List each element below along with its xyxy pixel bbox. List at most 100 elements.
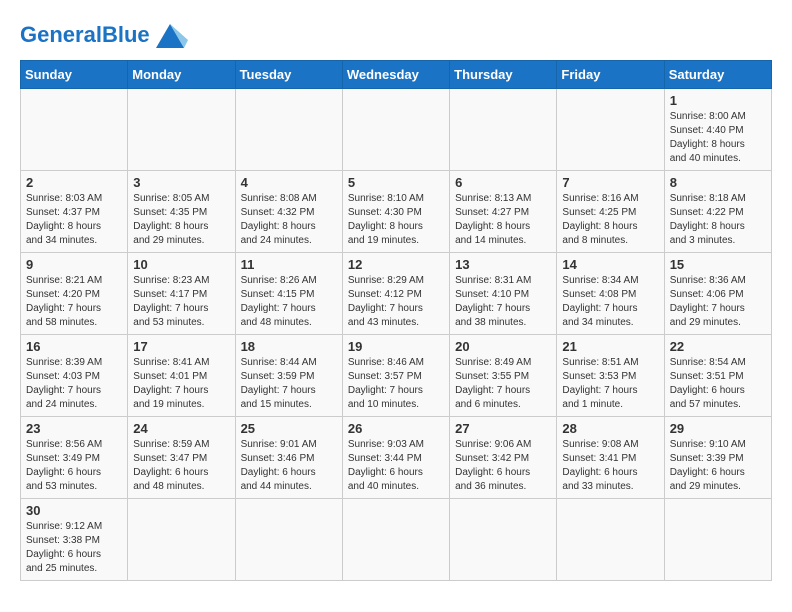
header: GeneralBlue xyxy=(20,20,772,50)
day-info: Sunrise: 8:34 AM Sunset: 4:08 PM Dayligh… xyxy=(562,274,658,330)
day-number: 25 xyxy=(241,421,337,436)
calendar-cell xyxy=(342,89,449,171)
calendar-cell xyxy=(664,499,771,581)
day-info: Sunrise: 8:03 AM Sunset: 4:37 PM Dayligh… xyxy=(26,192,122,248)
calendar-cell: 10Sunrise: 8:23 AM Sunset: 4:17 PM Dayli… xyxy=(128,253,235,335)
week-row-4: 23Sunrise: 8:56 AM Sunset: 3:49 PM Dayli… xyxy=(21,417,772,499)
weekday-header-tuesday: Tuesday xyxy=(235,61,342,89)
calendar-cell xyxy=(557,499,664,581)
day-number: 3 xyxy=(133,175,229,190)
week-row-0: 1 Sunrise: 8:00 AM Sunset: 4:40 PM Daylig… xyxy=(21,89,772,171)
day-info: Sunrise: 8:08 AM Sunset: 4:32 PM Dayligh… xyxy=(241,192,337,248)
day-info: Sunrise: 9:12 AM Sunset: 3:38 PM Dayligh… xyxy=(26,520,122,576)
logo-text: GeneralBlue xyxy=(20,22,150,48)
calendar-cell: 3 Sunrise: 8:05 AM Sunset: 4:35 PM Daylig… xyxy=(128,171,235,253)
calendar-cell xyxy=(557,89,664,171)
day-info: Sunrise: 8:31 AM Sunset: 4:10 PM Dayligh… xyxy=(455,274,551,330)
day-number: 19 xyxy=(348,339,444,354)
calendar-cell: 5Sunrise: 8:10 AM Sunset: 4:30 PM Daylig… xyxy=(342,171,449,253)
calendar-cell: 9Sunrise: 8:21 AM Sunset: 4:20 PM Daylig… xyxy=(21,253,128,335)
calendar-cell: 12Sunrise: 8:29 AM Sunset: 4:12 PM Dayli… xyxy=(342,253,449,335)
day-number: 8 xyxy=(670,175,766,190)
day-info: Sunrise: 8:00 AM Sunset: 4:40 PM Dayligh… xyxy=(670,110,766,166)
day-number: 13 xyxy=(455,257,551,272)
calendar-cell: 22 Sunrise: 8:54 AM Sunset: 3:51 PM Dayli… xyxy=(664,335,771,417)
day-info: Sunrise: 8:46 AM Sunset: 3:57 PM Dayligh… xyxy=(348,356,444,412)
day-number: 30 xyxy=(26,503,122,518)
calendar-cell: 4 Sunrise: 8:08 AM Sunset: 4:32 PM Daylig… xyxy=(235,171,342,253)
logo-icon xyxy=(152,20,188,50)
day-number: 21 xyxy=(562,339,658,354)
week-row-2: 9Sunrise: 8:21 AM Sunset: 4:20 PM Daylig… xyxy=(21,253,772,335)
day-info: Sunrise: 8:44 AM Sunset: 3:59 PM Dayligh… xyxy=(241,356,337,412)
calendar-cell: 11 Sunrise: 8:26 AM Sunset: 4:15 PM Dayli… xyxy=(235,253,342,335)
calendar-cell: 8 Sunrise: 8:18 AM Sunset: 4:22 PM Daylig… xyxy=(664,171,771,253)
calendar-cell: 18 Sunrise: 8:44 AM Sunset: 3:59 PM Dayli… xyxy=(235,335,342,417)
calendar-cell: 28 Sunrise: 9:08 AM Sunset: 3:41 PM Dayli… xyxy=(557,417,664,499)
calendar-cell: 2 Sunrise: 8:03 AM Sunset: 4:37 PM Daylig… xyxy=(21,171,128,253)
week-row-1: 2 Sunrise: 8:03 AM Sunset: 4:37 PM Daylig… xyxy=(21,171,772,253)
calendar-cell xyxy=(342,499,449,581)
day-info: Sunrise: 8:49 AM Sunset: 3:55 PM Dayligh… xyxy=(455,356,551,412)
week-row-5: 30 Sunrise: 9:12 AM Sunset: 3:38 PM Dayli… xyxy=(21,499,772,581)
calendar-cell xyxy=(450,89,557,171)
day-number: 1 xyxy=(670,93,766,108)
day-number: 9 xyxy=(26,257,122,272)
logo: GeneralBlue xyxy=(20,20,188,50)
day-info: Sunrise: 8:51 AM Sunset: 3:53 PM Dayligh… xyxy=(562,356,658,412)
calendar-cell: 13 Sunrise: 8:31 AM Sunset: 4:10 PM Dayli… xyxy=(450,253,557,335)
day-number: 27 xyxy=(455,421,551,436)
calendar-cell xyxy=(235,89,342,171)
calendar: SundayMondayTuesdayWednesdayThursdayFrid… xyxy=(20,60,772,581)
day-number: 16 xyxy=(26,339,122,354)
day-number: 2 xyxy=(26,175,122,190)
day-number: 26 xyxy=(348,421,444,436)
calendar-cell xyxy=(235,499,342,581)
day-info: Sunrise: 8:29 AM Sunset: 4:12 PM Dayligh… xyxy=(348,274,444,330)
day-info: Sunrise: 8:23 AM Sunset: 4:17 PM Dayligh… xyxy=(133,274,229,330)
weekday-header-thursday: Thursday xyxy=(450,61,557,89)
calendar-cell: 29 Sunrise: 9:10 AM Sunset: 3:39 PM Dayli… xyxy=(664,417,771,499)
calendar-cell: 1 Sunrise: 8:00 AM Sunset: 4:40 PM Daylig… xyxy=(664,89,771,171)
day-number: 28 xyxy=(562,421,658,436)
weekday-header-wednesday: Wednesday xyxy=(342,61,449,89)
day-info: Sunrise: 9:10 AM Sunset: 3:39 PM Dayligh… xyxy=(670,438,766,494)
weekday-header-friday: Friday xyxy=(557,61,664,89)
day-number: 4 xyxy=(241,175,337,190)
weekday-header-sunday: Sunday xyxy=(21,61,128,89)
weekday-header-row: SundayMondayTuesdayWednesdayThursdayFrid… xyxy=(21,61,772,89)
calendar-cell: 7Sunrise: 8:16 AM Sunset: 4:25 PM Daylig… xyxy=(557,171,664,253)
calendar-cell: 24 Sunrise: 8:59 AM Sunset: 3:47 PM Dayli… xyxy=(128,417,235,499)
calendar-cell: 20 Sunrise: 8:49 AM Sunset: 3:55 PM Dayli… xyxy=(450,335,557,417)
calendar-cell xyxy=(128,89,235,171)
day-number: 23 xyxy=(26,421,122,436)
day-number: 15 xyxy=(670,257,766,272)
calendar-cell: 26 Sunrise: 9:03 AM Sunset: 3:44 PM Dayli… xyxy=(342,417,449,499)
day-number: 24 xyxy=(133,421,229,436)
logo-blue: Blue xyxy=(102,22,150,47)
day-number: 20 xyxy=(455,339,551,354)
calendar-cell: 19 Sunrise: 8:46 AM Sunset: 3:57 PM Dayli… xyxy=(342,335,449,417)
day-info: Sunrise: 9:06 AM Sunset: 3:42 PM Dayligh… xyxy=(455,438,551,494)
day-info: Sunrise: 8:26 AM Sunset: 4:15 PM Dayligh… xyxy=(241,274,337,330)
day-info: Sunrise: 8:39 AM Sunset: 4:03 PM Dayligh… xyxy=(26,356,122,412)
calendar-cell: 27 Sunrise: 9:06 AM Sunset: 3:42 PM Dayli… xyxy=(450,417,557,499)
day-number: 22 xyxy=(670,339,766,354)
day-number: 11 xyxy=(241,257,337,272)
day-number: 29 xyxy=(670,421,766,436)
day-info: Sunrise: 8:18 AM Sunset: 4:22 PM Dayligh… xyxy=(670,192,766,248)
day-number: 14 xyxy=(562,257,658,272)
day-number: 18 xyxy=(241,339,337,354)
day-info: Sunrise: 8:59 AM Sunset: 3:47 PM Dayligh… xyxy=(133,438,229,494)
day-info: Sunrise: 8:16 AM Sunset: 4:25 PM Dayligh… xyxy=(562,192,658,248)
calendar-cell: 6Sunrise: 8:13 AM Sunset: 4:27 PM Daylig… xyxy=(450,171,557,253)
day-info: Sunrise: 8:05 AM Sunset: 4:35 PM Dayligh… xyxy=(133,192,229,248)
day-info: Sunrise: 8:41 AM Sunset: 4:01 PM Dayligh… xyxy=(133,356,229,412)
calendar-cell xyxy=(21,89,128,171)
day-number: 5 xyxy=(348,175,444,190)
weekday-header-saturday: Saturday xyxy=(664,61,771,89)
day-info: Sunrise: 9:03 AM Sunset: 3:44 PM Dayligh… xyxy=(348,438,444,494)
day-info: Sunrise: 9:08 AM Sunset: 3:41 PM Dayligh… xyxy=(562,438,658,494)
day-info: Sunrise: 8:54 AM Sunset: 3:51 PM Dayligh… xyxy=(670,356,766,412)
day-info: Sunrise: 8:13 AM Sunset: 4:27 PM Dayligh… xyxy=(455,192,551,248)
